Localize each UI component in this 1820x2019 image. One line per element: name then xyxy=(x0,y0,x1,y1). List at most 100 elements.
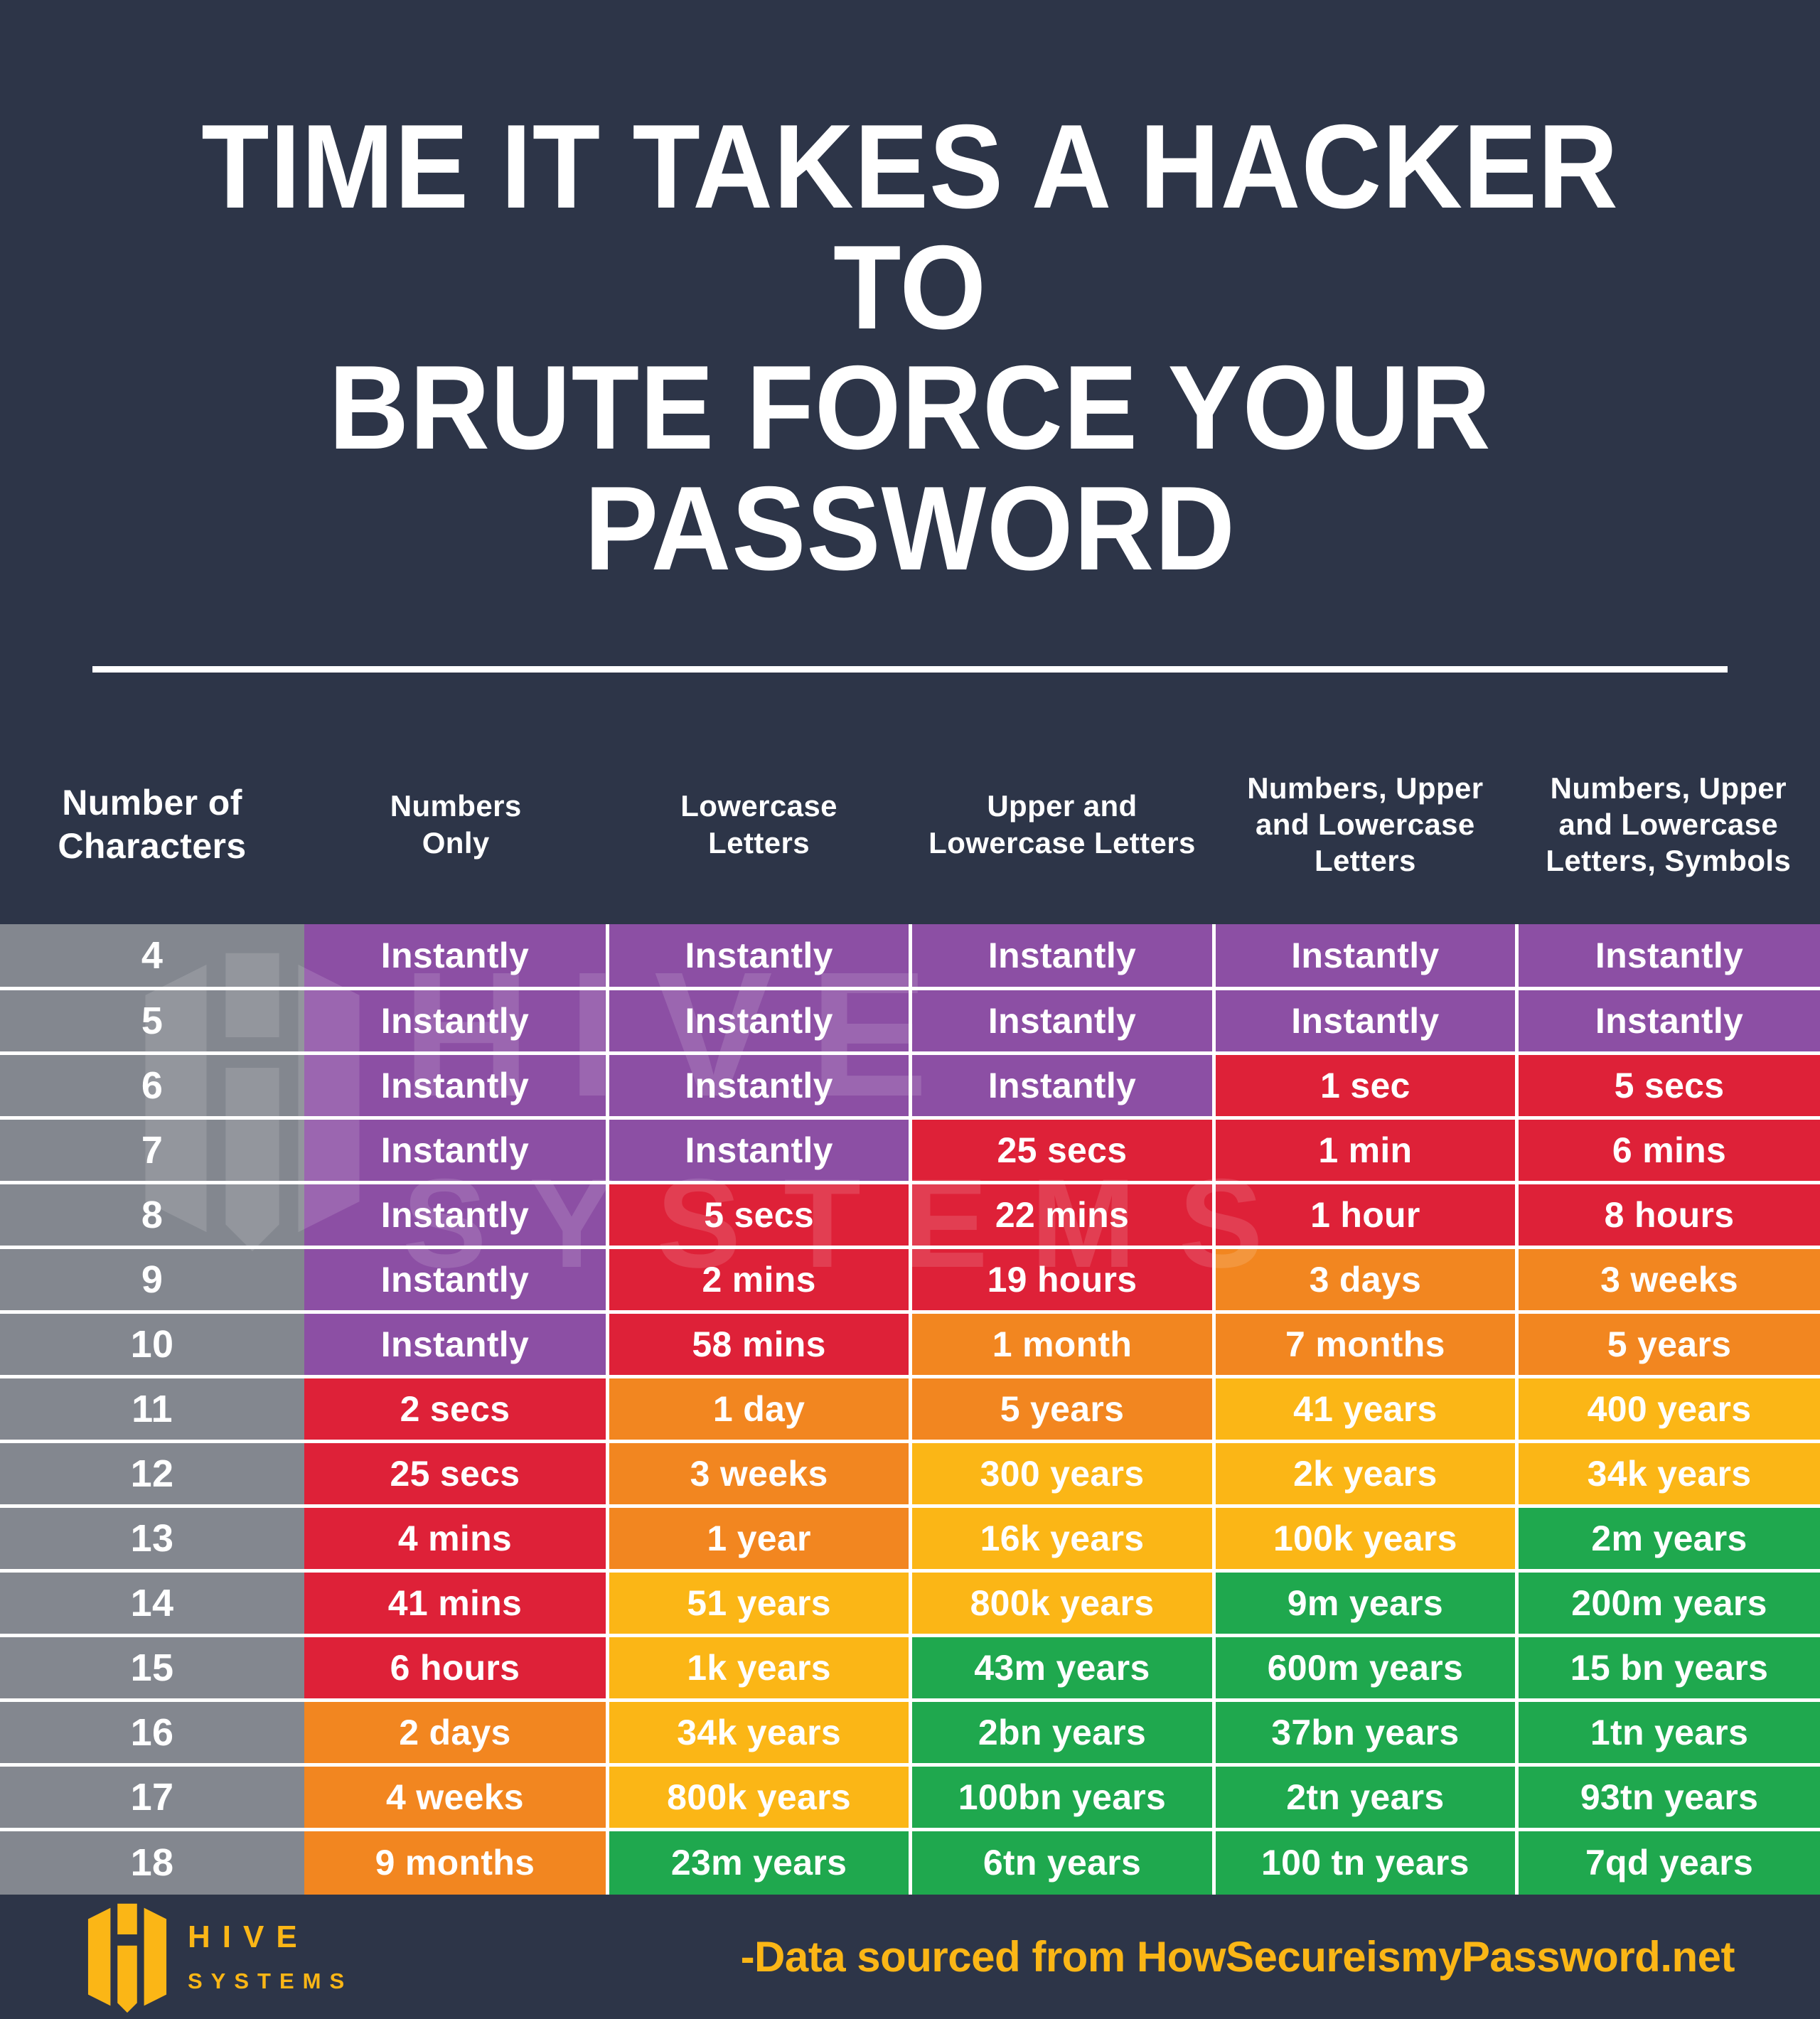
row-character-count: 18 xyxy=(0,1828,304,1895)
crack-time-cell: 6tn years xyxy=(910,1828,1216,1895)
crack-time-cell: 37bn years xyxy=(1214,1698,1519,1765)
crack-time-cell: Instantly xyxy=(1516,923,1820,989)
crack-time-cell: 200m years xyxy=(1516,1569,1820,1636)
row-character-count: 13 xyxy=(0,1504,304,1571)
crack-time-cell: 4 mins xyxy=(304,1504,609,1571)
crack-time-cell: 2 mins xyxy=(607,1246,913,1312)
table-row: 5 Instantly Instantly Instantly Instantly Ins… xyxy=(0,987,1820,1054)
column-header-numbers-upper-lowercase: Numbers, Upper and Lowercase Letters xyxy=(1214,734,1517,924)
crack-time-cell: 15 bn years xyxy=(1516,1634,1820,1701)
crack-time-cell: 6 mins xyxy=(1516,1116,1820,1183)
crack-time-cell: 5 secs xyxy=(607,1181,913,1248)
crack-time-cell: 51 years xyxy=(607,1569,913,1636)
crack-time-cell: 8 hours xyxy=(1516,1181,1820,1248)
crack-time-cell: 2k years xyxy=(1214,1440,1519,1506)
row-character-count: 8 xyxy=(0,1181,304,1248)
crack-time-cell: 1 min xyxy=(1214,1116,1519,1183)
crack-time-cell: 2m years xyxy=(1516,1504,1820,1571)
crack-time-cell: 2bn years xyxy=(910,1698,1216,1765)
crack-time-cell: 41 mins xyxy=(304,1569,609,1636)
row-character-count: 16 xyxy=(0,1698,304,1765)
password-crack-time-table-wrapper: Number of Characters Numbers Only Lowerc… xyxy=(0,734,1820,1895)
hive-systems-wordmark: HIVE SYSTEMS xyxy=(188,1921,353,1992)
table-row: 17 4 weeks 800k years 100bn years 2tn years 9… xyxy=(0,1763,1820,1830)
crack-time-cell: 43m years xyxy=(910,1634,1216,1701)
crack-time-cell: 1 day xyxy=(607,1375,913,1442)
crack-time-cell: 5 years xyxy=(1516,1310,1820,1377)
crack-time-cell: 100k years xyxy=(1214,1504,1519,1571)
crack-time-cell: 41 years xyxy=(1214,1375,1519,1442)
crack-time-cell: 5 secs xyxy=(1516,1051,1820,1118)
crack-time-cell: 1 year xyxy=(607,1504,913,1571)
row-character-count: 9 xyxy=(0,1246,304,1312)
column-header-number-of-characters: Number of Characters xyxy=(0,734,304,924)
hive-logo-icon xyxy=(87,1903,167,2013)
table-row: 13 4 mins 1 year 16k years 100k years 2m year… xyxy=(0,1504,1820,1571)
infographic-poster: TIME IT TAKES A HACKER TO BRUTE FORCE YO… xyxy=(0,0,1820,2013)
table-header-row: Number of Characters Numbers Only Lowerc… xyxy=(0,734,1820,924)
crack-time-cell: 58 mins xyxy=(607,1310,913,1377)
crack-time-cell: 3 days xyxy=(1214,1246,1519,1312)
hive-systems-logo[interactable]: HIVE SYSTEMS xyxy=(85,1895,353,2019)
crack-time-cell: 100bn years xyxy=(910,1763,1216,1830)
column-header-upper-and-lowercase-letters: Upper and Lowercase Letters xyxy=(910,734,1214,924)
row-character-count: 7 xyxy=(0,1116,304,1183)
row-character-count: 5 xyxy=(0,987,304,1054)
table-body: 4 Instantly Instantly Instantly Instantly Ins… xyxy=(0,923,1820,1895)
crack-time-cell: Instantly xyxy=(304,1310,609,1377)
table-header: Number of Characters Numbers Only Lowerc… xyxy=(0,734,1820,924)
crack-time-cell: Instantly xyxy=(1214,987,1519,1054)
crack-time-cell: 2 secs xyxy=(304,1375,609,1442)
poster-header: TIME IT TAKES A HACKER TO BRUTE FORCE YO… xyxy=(0,0,1820,673)
crack-time-cell: 1 hour xyxy=(1214,1181,1519,1248)
crack-time-cell: 100 tn years xyxy=(1214,1828,1519,1895)
crack-time-cell: Instantly xyxy=(607,987,913,1054)
crack-time-cell: 800k years xyxy=(910,1569,1216,1636)
crack-time-cell: 4 weeks xyxy=(304,1763,609,1830)
table-row: 8 Instantly 5 secs 22 mins 1 hour 8 hours xyxy=(0,1181,1820,1248)
crack-time-cell: Instantly xyxy=(607,923,913,989)
crack-time-cell: Instantly xyxy=(304,1116,609,1183)
row-character-count: 12 xyxy=(0,1440,304,1506)
crack-time-cell: 1tn years xyxy=(1516,1698,1820,1765)
table-row: 18 9 months 23m years 6tn years 100 tn years… xyxy=(0,1828,1820,1895)
crack-time-cell: Instantly xyxy=(304,1051,609,1118)
crack-time-cell: Instantly xyxy=(910,1051,1216,1118)
crack-time-cell: 300 years xyxy=(910,1440,1216,1506)
crack-time-cell: Instantly xyxy=(607,1051,913,1118)
crack-time-cell: 1k years xyxy=(607,1634,913,1701)
table-row: 14 41 mins 51 years 800k years 9m years 200m … xyxy=(0,1569,1820,1636)
crack-time-cell: 800k years xyxy=(607,1763,913,1830)
table-row: 16 2 days 34k years 2bn years 37bn years 1tn … xyxy=(0,1698,1820,1765)
crack-time-cell: 3 weeks xyxy=(607,1440,913,1506)
table-row: 10 Instantly 58 mins 1 month 7 months 5 years xyxy=(0,1310,1820,1377)
row-character-count: 15 xyxy=(0,1634,304,1701)
row-character-count: 14 xyxy=(0,1569,304,1636)
crack-time-cell: 1 month xyxy=(910,1310,1216,1377)
table-row: 9 Instantly 2 mins 19 hours 3 days 3 weeks xyxy=(0,1246,1820,1312)
table-row: 15 6 hours 1k years 43m years 600m years 15 b… xyxy=(0,1634,1820,1701)
crack-time-cell: 9 months xyxy=(304,1828,609,1895)
crack-time-cell: Instantly xyxy=(910,987,1216,1054)
row-character-count: 6 xyxy=(0,1051,304,1118)
crack-time-cell: 25 secs xyxy=(304,1440,609,1506)
crack-time-cell: 16k years xyxy=(910,1504,1216,1571)
table-row: 11 2 secs 1 day 5 years 41 years 400 years xyxy=(0,1375,1820,1442)
crack-time-cell: 600m years xyxy=(1214,1634,1519,1701)
crack-time-cell: 19 hours xyxy=(910,1246,1216,1312)
table-row: 12 25 secs 3 weeks 300 years 2k years 34k yea… xyxy=(0,1440,1820,1506)
crack-time-cell: Instantly xyxy=(304,923,609,989)
row-character-count: 10 xyxy=(0,1310,304,1377)
row-character-count: 17 xyxy=(0,1763,304,1830)
poster-footer: HIVE SYSTEMS -Data sourced from HowSecur… xyxy=(0,1895,1820,2019)
crack-time-cell: 6 hours xyxy=(304,1634,609,1701)
crack-time-cell: Instantly xyxy=(304,1246,609,1312)
column-header-lowercase-letters: Lowercase Letters xyxy=(607,734,911,924)
table-row: 6 Instantly Instantly Instantly 1 sec 5 secs xyxy=(0,1051,1820,1118)
column-header-numbers-only: Numbers Only xyxy=(304,734,608,924)
crack-time-cell: 7qd years xyxy=(1516,1828,1820,1895)
crack-time-cell: 9m years xyxy=(1214,1569,1519,1636)
crack-time-cell: 34k years xyxy=(607,1698,913,1765)
table-row: 7 Instantly Instantly 25 secs 1 min 6 mins xyxy=(0,1116,1820,1183)
column-header-numbers-upper-lowercase-symbols: Numbers, Upper and Lowercase Letters, Sy… xyxy=(1516,734,1820,924)
